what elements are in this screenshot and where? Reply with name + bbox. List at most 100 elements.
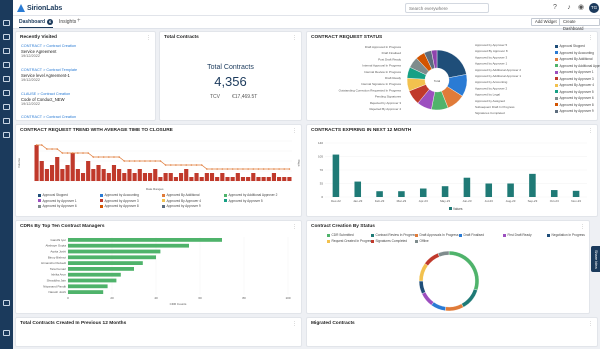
recent-item[interactable]: CONTRACT > Contract Template Service lev…: [21, 68, 77, 83]
legend-item[interactable]: Approved by Approver 1: [38, 199, 77, 203]
legend-item[interactable]: Negotiation In Progress: [547, 233, 585, 237]
card-menu-icon[interactable]: ⋮: [292, 224, 298, 230]
legend-item[interactable]: Approved By Additional: [555, 57, 592, 61]
trend-point: [262, 168, 265, 170]
cdr-category-label: Arpita Joshi: [50, 250, 66, 254]
documents-icon[interactable]: [3, 62, 10, 68]
card-menu-icon[interactable]: ⋮: [292, 35, 298, 41]
card-menu-icon[interactable]: ⋮: [292, 321, 298, 327]
cdr-bar: [68, 243, 189, 248]
y-tick-label: 0: [321, 195, 323, 199]
legend-item[interactable]: Approved by Accounting: [555, 51, 594, 55]
trend-point: [231, 168, 234, 170]
legend-item[interactable]: Approved by Approver 8: [100, 204, 139, 208]
legend-item[interactable]: Approved by Additional Approver 2: [224, 193, 277, 197]
legend-item[interactable]: Approved by Approver 6: [555, 96, 594, 100]
legend-label: Approved by Approver 9: [166, 204, 201, 208]
notification-icon[interactable]: ◉: [577, 4, 585, 12]
contracts-icon[interactable]: [3, 48, 10, 54]
create-dashboard-button[interactable]: Create Dashboard: [559, 18, 600, 31]
legend-item[interactable]: Approved By Approver 4: [162, 199, 201, 203]
trend-point: [185, 164, 188, 166]
trend-bar: [163, 173, 168, 181]
tab-dashboard[interactable]: Dashboard 6: [19, 19, 54, 28]
creation-donut-slice: [448, 250, 480, 291]
help-icon[interactable]: [3, 300, 10, 306]
trend-bar: [178, 173, 184, 181]
trend-bar: [209, 173, 215, 181]
legend-item[interactable]: First Draft Ready: [503, 233, 532, 237]
trend-point: [252, 168, 255, 170]
legend-item[interactable]: Draft Finalised: [459, 233, 484, 237]
legend-item[interactable]: Approval Stopped: [38, 193, 68, 197]
status-left-label: Draft Finalised: [382, 51, 402, 55]
collapse-icon[interactable]: [3, 330, 10, 336]
reports-icon[interactable]: [3, 90, 10, 96]
users-icon[interactable]: [3, 118, 10, 124]
contract-creation-legend: CDR Submitted Contract Review In Progress…: [327, 233, 587, 247]
add-tab-button[interactable]: +: [77, 18, 81, 24]
legend-item[interactable]: CDR Submitted: [327, 233, 354, 237]
status-right-label: Approved by Accounting: [475, 80, 508, 84]
trend-bar: [173, 177, 178, 181]
legend-item[interactable]: Offline: [415, 239, 429, 243]
card-menu-icon[interactable]: ⋮: [580, 224, 586, 230]
trend-point: [97, 156, 100, 158]
add-widget-button[interactable]: Add Widget: [531, 18, 561, 26]
creation-donut-slice: [445, 303, 464, 312]
legend-item[interactable]: Signatures Completed: [371, 239, 407, 243]
trend-point: [216, 168, 218, 170]
card-menu-icon[interactable]: ⋮: [292, 128, 298, 134]
legend-item[interactable]: Contract Review In Progress: [371, 233, 416, 237]
home-icon[interactable]: [3, 20, 10, 26]
legend-swatch-icon: [327, 233, 330, 237]
trend-point: [190, 164, 193, 166]
expiring-bar: [485, 183, 493, 197]
recent-item[interactable]: CLAUSE > Contract Creation Code of Condu…: [21, 92, 70, 107]
legend-item[interactable]: Approved by Approver 6: [38, 204, 77, 208]
card-menu-icon[interactable]: ⋮: [588, 321, 594, 327]
cdr-bar: [68, 249, 161, 254]
trend-point: [77, 152, 79, 154]
calendar-icon[interactable]: [3, 104, 10, 110]
legend-item[interactable]: Approved by Approver 3: [100, 199, 139, 203]
trend-bar: [256, 177, 261, 181]
card-menu-icon[interactable]: ⋮: [588, 128, 594, 134]
bell-icon[interactable]: ♪: [565, 4, 573, 12]
dashboard-icon[interactable]: [3, 34, 10, 40]
feedback-tab[interactable]: Share Idea: [591, 246, 600, 272]
tab-insights[interactable]: Insights: [59, 19, 76, 25]
legend-item[interactable]: Request Created In Progress: [327, 239, 373, 243]
legend-item[interactable]: Draft Approvals In Progress: [415, 233, 458, 237]
legend-item[interactable]: Approved by Approver 5: [555, 90, 594, 94]
search-input[interactable]: [405, 3, 489, 13]
settings-icon[interactable]: [3, 132, 10, 138]
legend-item[interactable]: Approved by Additional Approver 2: [555, 64, 600, 68]
app-logo[interactable]: SirionLabs: [17, 3, 62, 13]
trend-bar: [70, 153, 75, 181]
legend-item[interactable]: Approved by Approver 1: [555, 70, 594, 74]
recent-item[interactable]: CONTRACT > Contract Creation Service Agr…: [21, 44, 76, 59]
legend-item[interactable]: Approved By Approver 4: [555, 83, 594, 87]
legend-item[interactable]: Approved By Additional: [162, 193, 199, 197]
help-circle-icon[interactable]: ?: [551, 4, 559, 12]
trend-point: [221, 168, 224, 170]
legend-item[interactable]: Approval Stopped: [555, 44, 585, 48]
legend-swatch-icon: [162, 204, 165, 208]
cdr-bar: [68, 278, 117, 283]
legend-item[interactable]: Approved by Approver 8: [555, 103, 594, 107]
app-name: SirionLabs: [27, 4, 63, 12]
recent-item[interactable]: CONTRACT > Contract Creation: [21, 115, 76, 120]
requests-icon[interactable]: [3, 76, 10, 82]
top-bar: SirionLabs ? ♪ ◉ TG: [13, 0, 600, 16]
legend-item[interactable]: Approved by Approver 9: [162, 204, 201, 208]
card-menu-icon[interactable]: ⋮: [146, 35, 152, 41]
legend-item[interactable]: Approved by Approver 5: [224, 199, 263, 203]
avatar[interactable]: TG: [589, 3, 599, 13]
legend-item[interactable]: Approved by Approver 3: [555, 77, 594, 81]
legend-swatch-icon: [547, 233, 550, 237]
legend-item[interactable]: Approved by Approver 9: [555, 109, 594, 113]
trend-y-label: Volume: [17, 158, 21, 168]
legend-item[interactable]: Approved by Accounting: [100, 193, 139, 197]
trend-bar: [266, 177, 271, 181]
